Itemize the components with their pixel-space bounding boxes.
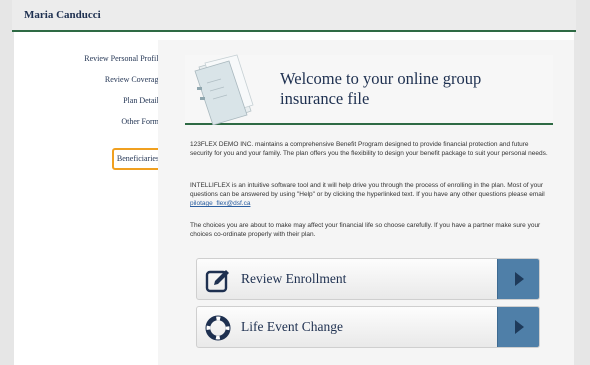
sidebar-item-beneficiaries[interactable]: Beneficiaries bbox=[112, 148, 164, 170]
sidebar-item-review-coverage[interactable]: Review Coverage bbox=[54, 73, 164, 94]
life-event-change-go[interactable] bbox=[497, 307, 539, 347]
welcome-banner: Welcome to your online group insurance f… bbox=[185, 54, 553, 125]
welcome-title: Welcome to your online group insurance f… bbox=[280, 69, 482, 108]
content-area: Review Personal Profile Review Coverage … bbox=[14, 32, 574, 365]
pencil-square-icon bbox=[205, 270, 229, 293]
intelliflex-text: INTELLIFLEX is an intuitive software too… bbox=[190, 182, 545, 198]
life-event-change-label: Life Event Change bbox=[241, 319, 343, 334]
review-enrollment-go[interactable] bbox=[497, 259, 539, 299]
review-enrollment-label: Review Enrollment bbox=[241, 271, 347, 286]
intro-paragraph: 123FLEX DEMO INC. maintains a comprehens… bbox=[190, 141, 548, 157]
choices-paragraph: The choices you are about to make may af… bbox=[190, 222, 541, 238]
folder-icon bbox=[194, 54, 254, 125]
intelliflex-paragraph: INTELLIFLEX is an intuitive software too… bbox=[190, 181, 550, 208]
sidebar-item-review-personal-profile[interactable]: Review Personal Profile bbox=[54, 52, 164, 73]
user-name: Maria Canducci bbox=[24, 9, 101, 21]
chevron-right-icon bbox=[515, 320, 524, 334]
sidebar-item-other-forms[interactable]: Other Forms bbox=[54, 115, 164, 136]
lifebuoy-icon bbox=[205, 315, 231, 341]
sidebar-item-plan-details[interactable]: Plan Details bbox=[54, 94, 164, 115]
life-event-change-button[interactable]: Life Event Change bbox=[196, 306, 540, 348]
support-email-link[interactable]: pilotage_flex@dsf.ca bbox=[190, 200, 250, 207]
main-panel: Welcome to your online group insurance f… bbox=[158, 40, 574, 365]
sidebar-nav: Review Personal Profile Review Coverage … bbox=[54, 52, 164, 170]
app-header: Maria Canducci bbox=[12, 0, 576, 32]
chevron-right-icon bbox=[515, 272, 524, 286]
review-enrollment-button[interactable]: Review Enrollment bbox=[196, 258, 540, 300]
